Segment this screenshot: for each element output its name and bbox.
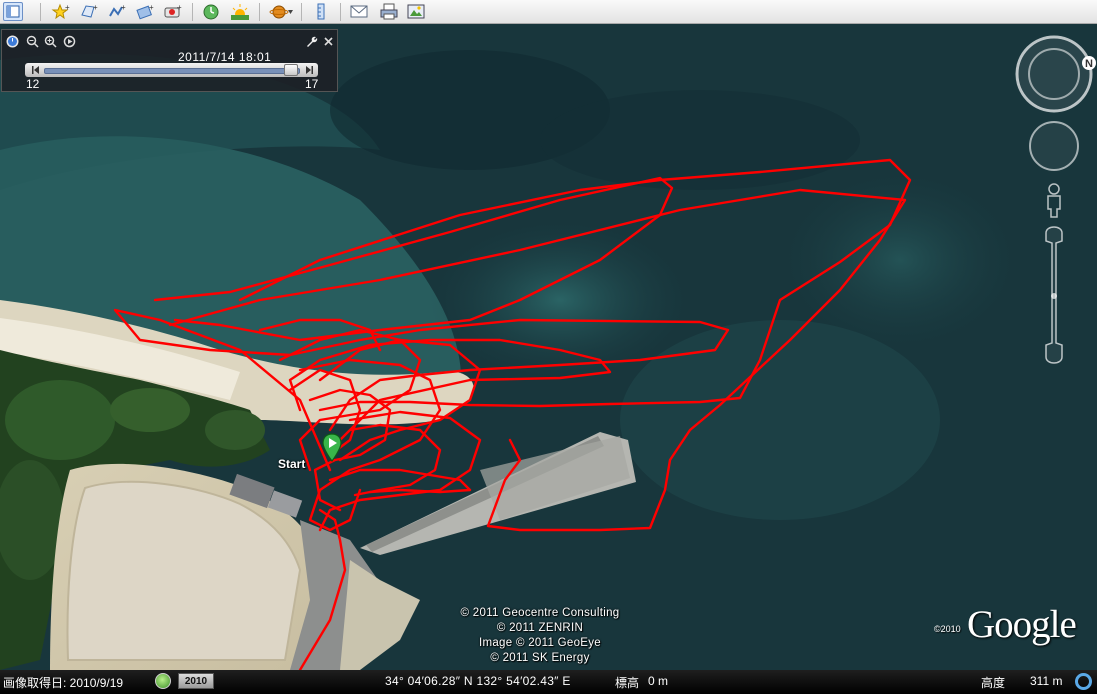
street-view-pegman-icon[interactable] — [1047, 183, 1061, 218]
path-icon: + — [109, 3, 126, 17]
svg-text:+: + — [149, 3, 154, 12]
polygon-icon: + — [81, 3, 98, 18]
print-icon — [380, 3, 398, 20]
close-icon[interactable] — [322, 35, 335, 48]
google-logo-year: ©2010 — [934, 624, 961, 634]
toolbar: + + + + + — [0, 0, 1097, 24]
copyright-line: © 2011 ZENRIN — [496, 622, 584, 634]
step-forward-icon[interactable] — [304, 65, 314, 75]
clock-icon[interactable] — [6, 35, 19, 48]
sunlight-icon — [231, 4, 249, 20]
image-overlay-icon: + — [136, 3, 154, 20]
sidebar-icon — [6, 5, 20, 18]
svg-text:+: + — [65, 3, 70, 12]
sunlight-button[interactable] — [229, 2, 249, 21]
start-label: Start — [278, 457, 306, 471]
switch-planet-button[interactable] — [269, 2, 295, 21]
historical-imagery-clock-icon[interactable] — [155, 673, 171, 689]
zoom-out-icon[interactable] — [26, 35, 39, 48]
eye-altitude-label: 高度 — [981, 676, 1006, 690]
record-tour-button[interactable]: + — [163, 2, 183, 21]
sidebar-toggle-button[interactable] — [3, 2, 23, 21]
time-slider-handle[interactable] — [284, 64, 298, 76]
historical-imagery-button[interactable] — [201, 2, 221, 21]
range-start-label: 12 — [26, 77, 40, 91]
time-slider[interactable] — [25, 63, 318, 77]
time-slider-panel: 2011/7/14 18:01 12 17 — [1, 29, 338, 92]
range-end-label: 17 — [305, 77, 319, 91]
copyright-line: © 2011 SK Energy — [490, 652, 590, 664]
zoom-in-icon[interactable] — [44, 35, 57, 48]
add-placemark-button[interactable]: + — [51, 2, 71, 21]
ruler-button[interactable] — [311, 2, 331, 21]
elevation-label: 標高 — [615, 676, 640, 690]
map-view[interactable] — [0, 24, 1097, 670]
settings-wrench-icon[interactable] — [305, 35, 318, 48]
imagery-date: 画像取得日: 2010/9/19 — [3, 676, 124, 690]
record-tour-icon: + — [164, 3, 182, 18]
eye-altitude-value: 311 m — [1030, 674, 1063, 688]
add-path-button[interactable]: + — [107, 2, 127, 21]
print-button[interactable] — [379, 2, 399, 21]
copyright-line: © 2011 Geocentre Consulting — [460, 607, 620, 619]
ruler-icon — [317, 3, 325, 20]
start-placemark-icon[interactable] — [321, 433, 343, 465]
copyright-notice: © 2011 Geocentre Consulting © 2011 ZENRI… — [420, 606, 660, 666]
copyright-line: Image © 2011 GeoEye — [478, 637, 601, 649]
email-icon — [350, 5, 368, 18]
navigation-controls: N — [1010, 33, 1097, 373]
cursor-coordinates: 34° 04′06.28″ N 132° 54′02.43″ E — [385, 674, 571, 688]
imagery-year-badge[interactable]: 2010 — [178, 673, 214, 689]
step-back-icon[interactable] — [31, 65, 41, 75]
email-button[interactable] — [349, 2, 369, 21]
svg-text:+: + — [177, 3, 182, 12]
compass-north-label: N — [1085, 58, 1093, 70]
svg-text:+: + — [121, 3, 126, 12]
streaming-progress-icon — [1075, 673, 1092, 690]
current-time-label: 2011/7/14 18:01 — [178, 50, 272, 64]
look-joystick[interactable] — [1029, 121, 1079, 171]
status-bar: 画像取得日: 2010/9/19 2010 34° 04′06.28″ N 13… — [0, 670, 1097, 694]
compass-ring[interactable]: N — [1015, 35, 1096, 113]
placemark-star-icon: + — [51, 3, 70, 20]
planet-icon — [269, 5, 293, 19]
time-slider-track — [44, 68, 300, 74]
play-animation-icon[interactable] — [63, 35, 76, 48]
elevation-value: 0 m — [648, 674, 669, 688]
add-image-overlay-button[interactable]: + — [135, 2, 155, 21]
add-polygon-button[interactable]: + — [79, 2, 99, 21]
historical-clock-icon — [203, 4, 219, 20]
save-image-button[interactable] — [406, 2, 426, 21]
svg-text:+: + — [93, 3, 98, 12]
google-logo: Google — [967, 603, 1077, 646]
zoom-slider[interactable] — [1045, 226, 1063, 364]
save-image-icon — [407, 4, 425, 19]
satellite-imagery — [0, 24, 1097, 670]
